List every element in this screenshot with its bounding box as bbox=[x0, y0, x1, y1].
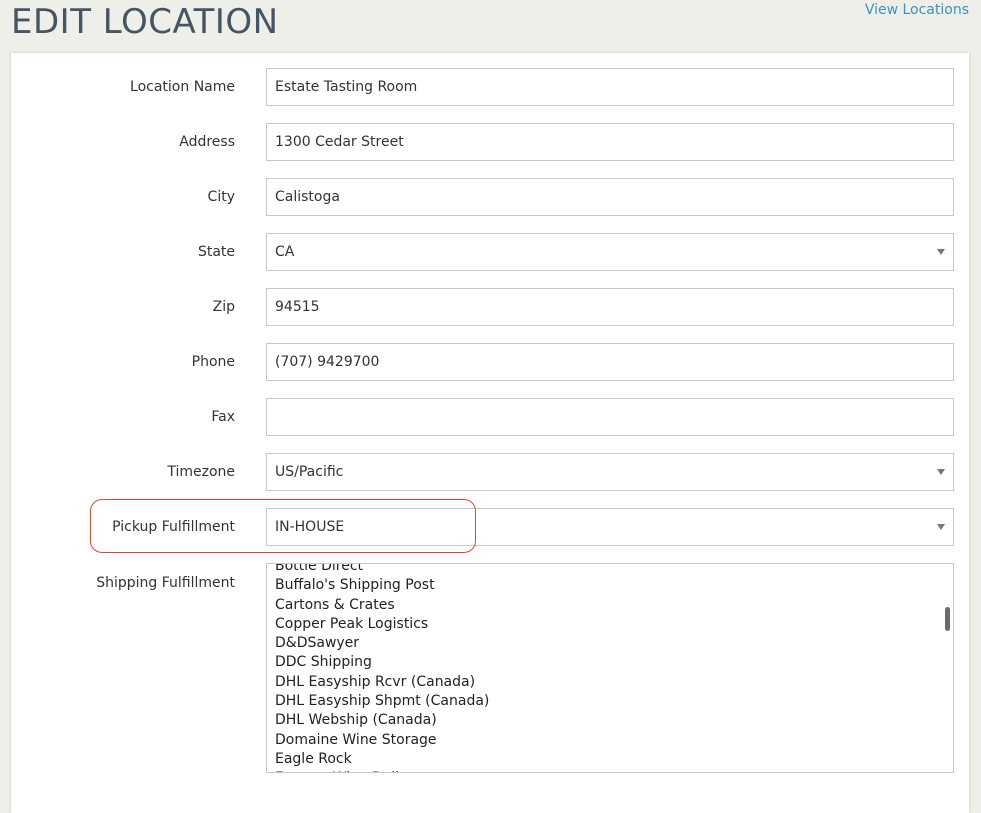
shipping-option[interactable]: Copper Peak Logistics bbox=[275, 615, 489, 634]
shipping-option[interactable]: DHL Webship (Canada) bbox=[275, 711, 489, 730]
phone-label: Phone bbox=[191, 354, 235, 370]
zip-label: Zip bbox=[212, 299, 235, 315]
fax-input[interactable] bbox=[266, 398, 954, 436]
zip-row: Zip 94515 bbox=[11, 288, 969, 326]
timezone-row: Timezone US/Pacific bbox=[11, 453, 969, 491]
state-label: State bbox=[197, 244, 235, 260]
location-name-row: Location Name Estate Tasting Room bbox=[11, 68, 969, 106]
edit-location-form: Location Name Estate Tasting Room Addres… bbox=[11, 53, 969, 813]
shipping-fulfillment-listbox[interactable]: Bottle Direct Buffalo's Shipping Post Cart… bbox=[266, 563, 954, 773]
pickup-fulfillment-select[interactable]: IN-HOUSE bbox=[266, 508, 954, 546]
chevron-down-icon bbox=[937, 469, 945, 475]
page-title: EDIT LOCATION bbox=[11, 2, 279, 42]
city-label: City bbox=[207, 189, 235, 205]
zip-value: 94515 bbox=[275, 299, 320, 315]
state-value: CA bbox=[275, 244, 295, 260]
shipping-option[interactable]: Domaine Wine Storage bbox=[275, 731, 489, 750]
view-locations-link[interactable]: View Locations bbox=[865, 1, 969, 19]
chevron-down-icon bbox=[937, 249, 945, 255]
zip-input[interactable]: 94515 bbox=[266, 288, 954, 326]
phone-row: Phone (707) 9429700 bbox=[11, 343, 969, 381]
shipping-option[interactable]: D&DSawyer bbox=[275, 634, 489, 653]
shipping-option[interactable]: DHL Easyship Shpmt (Canada) bbox=[275, 692, 489, 711]
shipping-option[interactable]: DDC Shipping bbox=[275, 653, 489, 672]
shipping-option[interactable]: Bottle Direct bbox=[275, 564, 489, 576]
shipping-option[interactable]: Eagle Rock bbox=[275, 750, 489, 769]
shipping-fulfillment-label: Shipping Fulfillment bbox=[96, 575, 235, 591]
timezone-value: US/Pacific bbox=[275, 464, 344, 480]
address-row: Address 1300 Cedar Street bbox=[11, 123, 969, 161]
phone-input[interactable]: (707) 9429700 bbox=[266, 343, 954, 381]
pickup-fulfillment-row: Pickup Fulfillment IN-HOUSE bbox=[11, 508, 969, 546]
phone-value: (707) 9429700 bbox=[275, 354, 380, 370]
pickup-fulfillment-value: IN-HOUSE bbox=[275, 519, 345, 535]
shipping-option[interactable]: Eastern Wine Delivery bbox=[275, 769, 489, 772]
timezone-label: Timezone bbox=[167, 464, 235, 480]
timezone-select[interactable]: US/Pacific bbox=[266, 453, 954, 491]
location-name-input[interactable]: Estate Tasting Room bbox=[266, 68, 954, 106]
fax-label: Fax bbox=[211, 409, 235, 425]
pickup-fulfillment-label: Pickup Fulfillment bbox=[112, 519, 235, 535]
fax-row: Fax bbox=[11, 398, 969, 436]
location-name-label: Location Name bbox=[130, 79, 235, 95]
location-name-value: Estate Tasting Room bbox=[275, 79, 418, 95]
city-value: Calistoga bbox=[275, 189, 340, 205]
city-row: City Calistoga bbox=[11, 178, 969, 216]
state-row: State CA bbox=[11, 233, 969, 271]
shipping-option[interactable]: DHL Easyship Rcvr (Canada) bbox=[275, 673, 489, 692]
shipping-option[interactable]: Buffalo's Shipping Post bbox=[275, 576, 489, 595]
city-input[interactable]: Calistoga bbox=[266, 178, 954, 216]
shipping-options-list: Bottle Direct Buffalo's Shipping Post Cart… bbox=[275, 564, 489, 772]
scrollbar-thumb[interactable] bbox=[945, 607, 950, 631]
shipping-option[interactable]: Cartons & Crates bbox=[275, 596, 489, 615]
state-select[interactable]: CA bbox=[266, 233, 954, 271]
address-input[interactable]: 1300 Cedar Street bbox=[266, 123, 954, 161]
address-label: Address bbox=[179, 134, 235, 150]
chevron-down-icon bbox=[937, 524, 945, 530]
address-value: 1300 Cedar Street bbox=[275, 134, 404, 150]
